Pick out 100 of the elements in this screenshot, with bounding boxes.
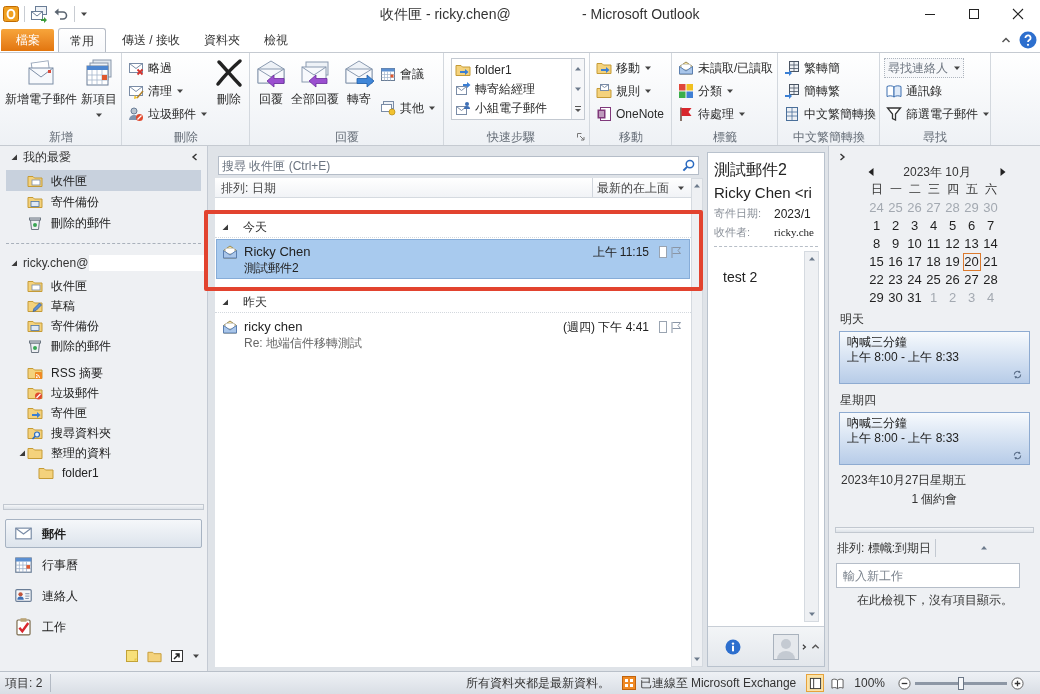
- ribbon-tab[interactable]: 檢視: [252, 28, 300, 52]
- calendar-day[interactable]: 26: [943, 271, 962, 289]
- caret-down-icon[interactable]: [693, 655, 701, 663]
- filter-email-button[interactable]: 篩選電子郵件: [884, 103, 992, 124]
- calendar-day[interactable]: 29: [867, 289, 886, 307]
- categorize-button[interactable]: 分類: [676, 81, 776, 101]
- folder-item[interactable]: 草稿: [6, 296, 201, 316]
- calendar-day[interactable]: 19: [943, 253, 962, 271]
- dialog-launcher-icon[interactable]: [577, 133, 585, 141]
- calendar-day[interactable]: 2: [886, 217, 905, 235]
- more-icon[interactable]: [574, 105, 582, 113]
- calendar-day[interactable]: 28: [981, 271, 1000, 289]
- zoom-slider-thumb[interactable]: [958, 676, 964, 690]
- to-traditional-button[interactable]: 簡轉繁: [782, 81, 878, 101]
- calendar-day[interactable]: 4: [924, 217, 943, 235]
- caret-down-icon[interactable]: [574, 85, 582, 93]
- chevron-left-icon[interactable]: [191, 153, 199, 161]
- address-book-button[interactable]: 通訊錄: [884, 81, 992, 101]
- calendar-day[interactable]: 5: [943, 217, 962, 235]
- section-header[interactable]: 我的最愛: [10, 148, 71, 166]
- triangle-icon[interactable]: [221, 297, 229, 306]
- dropdown-caret-icon[interactable]: [192, 652, 200, 660]
- shortcut-icon[interactable]: [170, 649, 184, 663]
- nav-section-button[interactable]: 工作: [5, 612, 202, 641]
- calendar-day[interactable]: 13: [962, 235, 981, 253]
- info-icon[interactable]: [725, 638, 741, 655]
- message-item[interactable]: Ricky Chen 上午 11:15 測試郵件2: [216, 239, 690, 279]
- caret-up-icon[interactable]: [1001, 35, 1011, 45]
- calendar-day[interactable]: 31: [905, 289, 924, 307]
- search-field[interactable]: 搜尋 收件匣 (Ctrl+E): [218, 156, 699, 175]
- caret-down-icon[interactable]: [807, 610, 816, 618]
- reply-button[interactable]: 回覆: [254, 57, 288, 127]
- ribbon-tab[interactable]: 資料夾: [192, 28, 252, 52]
- more-button[interactable]: 其他: [378, 98, 438, 118]
- appointment-card[interactable]: 吶喊三分鐘 上午 8:00 - 上午 8:33: [839, 331, 1030, 384]
- folder-item[interactable]: 寄件備份: [6, 191, 201, 212]
- folder-item[interactable]: 整理的資料: [6, 443, 201, 463]
- calendar-day[interactable]: 24: [905, 271, 924, 289]
- clean-up-button[interactable]: 清理: [126, 81, 210, 101]
- scrollbar[interactable]: [804, 251, 819, 622]
- caret-up-icon[interactable]: [807, 255, 816, 263]
- folder-item[interactable]: 收件匣: [6, 170, 201, 191]
- calendar-day[interactable]: 7: [981, 217, 1000, 235]
- plus-icon[interactable]: [1011, 676, 1024, 690]
- normal-view-button[interactable]: [806, 674, 825, 692]
- follow-up-button[interactable]: 待處理: [676, 103, 776, 124]
- search-icon[interactable]: [682, 159, 695, 172]
- new-task-field[interactable]: 輸入新工作: [836, 563, 1020, 588]
- folder-item[interactable]: 垃圾郵件: [6, 383, 201, 403]
- caret-up-icon[interactable]: [811, 642, 820, 651]
- calendar-day[interactable]: 22: [867, 271, 886, 289]
- new-email-button[interactable]: 新增電子郵件: [4, 57, 78, 127]
- calendar-day[interactable]: 20: [962, 253, 981, 271]
- calendar-day[interactable]: 9: [886, 235, 905, 253]
- minus-icon[interactable]: [898, 676, 911, 690]
- junk-button[interactable]: 垃圾郵件: [126, 103, 210, 124]
- account-header[interactable]: ricky.chen@: [10, 254, 89, 272]
- meeting-button[interactable]: 會議: [378, 64, 438, 84]
- caret-up-icon[interactable]: [980, 544, 988, 552]
- contact-search-field[interactable]: 尋找連絡人: [884, 58, 964, 79]
- message-item[interactable]: ricky chen (週四) 下午 4:41 Re: 地端信件移轉測試: [216, 314, 690, 354]
- folder-item[interactable]: RSS 摘要: [6, 363, 201, 383]
- right-triangle-icon[interactable]: [999, 168, 1007, 176]
- calendar-day[interactable]: 18: [924, 253, 943, 271]
- nav-section-button[interactable]: 連絡人: [5, 581, 202, 610]
- calendar-day[interactable]: 15: [867, 253, 886, 271]
- folder-item[interactable]: folder1: [6, 463, 201, 483]
- reply-all-button[interactable]: 全部回覆: [290, 57, 340, 127]
- folder-item[interactable]: 寄件備份: [6, 316, 201, 336]
- category-box-icon[interactable]: [656, 246, 669, 258]
- nav-section-button[interactable]: 行事曆: [5, 550, 202, 579]
- group-header[interactable]: 昨天: [215, 291, 691, 313]
- calendar-day[interactable]: 17: [905, 253, 924, 271]
- calendar-day[interactable]: 14: [981, 235, 1000, 253]
- new-items-button[interactable]: 新項目: [80, 57, 118, 127]
- calendar-day[interactable]: 8: [867, 235, 886, 253]
- chinese-conversion-button[interactable]: 中文繁簡轉換: [782, 103, 878, 124]
- calendar-day[interactable]: 6: [962, 217, 981, 235]
- calendar-day[interactable]: 12: [943, 235, 962, 253]
- ignore-button[interactable]: 略過: [126, 58, 210, 79]
- calendar-day[interactable]: 25: [924, 271, 943, 289]
- triangle-icon[interactable]: [10, 153, 18, 161]
- category-box-icon[interactable]: [656, 321, 669, 333]
- appointment-card[interactable]: 吶喊三分鐘 上午 8:00 - 上午 8:33: [839, 412, 1030, 465]
- nav-section-button[interactable]: 郵件: [5, 519, 202, 548]
- ribbon-tab[interactable]: 傳送 / 接收: [110, 28, 192, 52]
- calendar-day[interactable]: 11: [924, 235, 943, 253]
- folder-item[interactable]: 刪除的郵件: [6, 336, 201, 356]
- caret-up-icon[interactable]: [574, 65, 582, 73]
- move-button[interactable]: 移動: [594, 58, 667, 79]
- ribbon-tab[interactable]: 常用: [58, 28, 106, 52]
- app-logo-icon[interactable]: [3, 6, 19, 22]
- unread-read-button[interactable]: 未讀取/已讀取: [676, 58, 776, 79]
- left-triangle-icon[interactable]: [867, 168, 875, 176]
- rules-button[interactable]: 規則: [594, 81, 667, 101]
- calendar-day[interactable]: 30: [886, 289, 905, 307]
- forward-button[interactable]: 轉寄: [342, 57, 376, 127]
- folder-item[interactable]: 搜尋資料夾: [6, 423, 201, 443]
- chevron-right-icon[interactable]: [801, 643, 807, 650]
- calendar-day[interactable]: 1: [867, 217, 886, 235]
